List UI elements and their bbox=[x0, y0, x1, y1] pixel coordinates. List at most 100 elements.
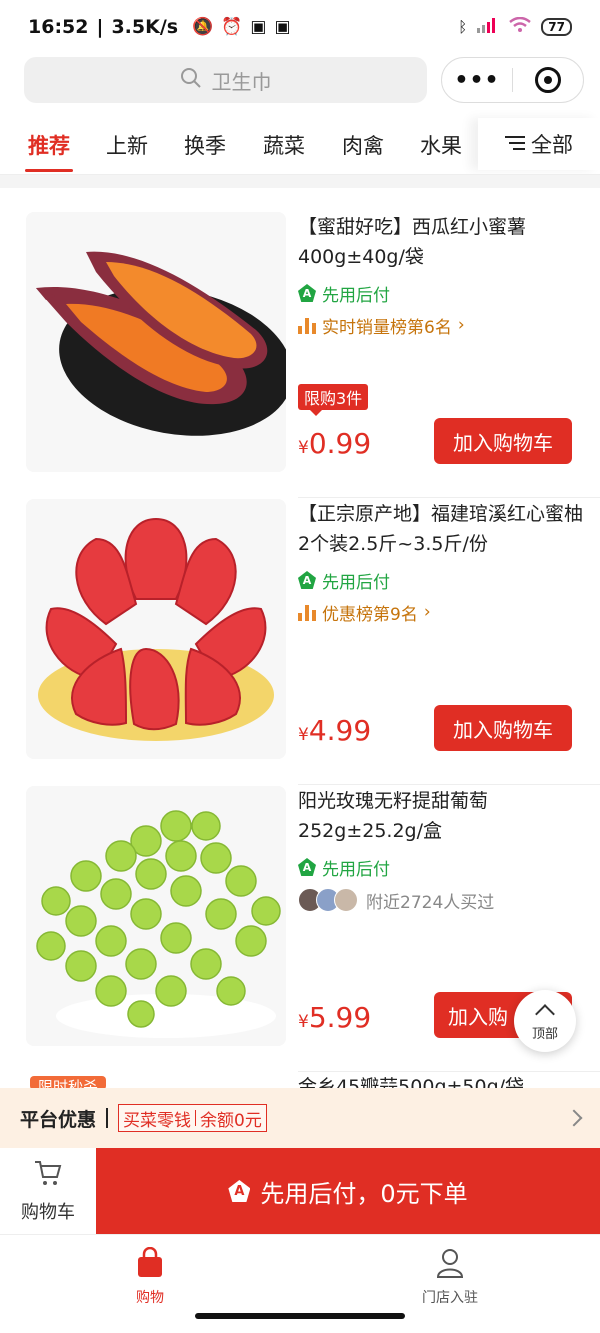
pay-later-icon: A bbox=[298, 571, 316, 589]
rank-chart-icon bbox=[298, 316, 316, 334]
price-value: 5.99 bbox=[308, 1001, 372, 1034]
promo-title: 平台优惠 bbox=[20, 1108, 97, 1131]
cart-icon bbox=[33, 1159, 63, 1192]
avatar bbox=[334, 888, 358, 912]
tab-new[interactable]: 上新 bbox=[102, 118, 152, 160]
product-info: 【蜜甜好吃】西瓜红小蜜薯400g±40g/袋 A 先用后付 实时销量榜第6名 ›… bbox=[298, 212, 588, 474]
status-speed: 3.5K/s bbox=[111, 16, 179, 38]
pay-later-icon: A bbox=[298, 284, 316, 302]
nav-label: 购物 bbox=[136, 1290, 164, 1306]
product-price: ¥4.99 bbox=[298, 714, 371, 747]
platform-discount-bar[interactable]: 平台优惠 买菜零钱 余额0元 bbox=[0, 1088, 600, 1148]
tab-all-label: 全部 bbox=[531, 133, 573, 157]
status-separator: | bbox=[96, 16, 104, 38]
rank-link[interactable]: 实时销量榜第6名 › bbox=[298, 312, 588, 338]
search-row: 卫生巾 ••• bbox=[24, 56, 584, 104]
currency-symbol: ¥ bbox=[298, 438, 309, 458]
pay-later-label: 先用后付 bbox=[322, 859, 390, 880]
product-card[interactable]: 【蜜甜好吃】西瓜红小蜜薯400g±40g/袋 A 先用后付 实时销量榜第6名 ›… bbox=[0, 212, 600, 498]
pay-later-tag: A 先用后付 bbox=[298, 280, 588, 306]
promo-separator bbox=[106, 1108, 109, 1128]
shopping-bag-icon bbox=[135, 1246, 165, 1283]
wifi-icon bbox=[509, 16, 532, 37]
rank-link[interactable]: 优惠榜第9名 › bbox=[298, 599, 588, 625]
tab-all-button[interactable]: 全部 bbox=[478, 118, 600, 170]
product-price: ¥0.99 bbox=[298, 427, 371, 460]
pay-later-order-button[interactable]: A 先用后付，0元下单 bbox=[96, 1148, 600, 1234]
product-title[interactable]: 【蜜甜好吃】西瓜红小蜜薯400g±40g/袋 bbox=[298, 212, 588, 274]
rank-label: 优惠榜第9名 bbox=[322, 604, 418, 625]
app-icon-2: ▣ bbox=[274, 17, 291, 37]
mini-program-capsule: ••• bbox=[441, 57, 584, 103]
status-notification-icons: 🔕 ⏰ ▣ ▣ bbox=[192, 17, 290, 37]
wallet-label: 买菜零钱 bbox=[123, 1110, 192, 1131]
order-button-label: 先用后付，0元下单 bbox=[260, 1179, 468, 1208]
back-to-top-label: 顶部 bbox=[531, 1026, 558, 1042]
nearby-buyers: 附近2724人买过 bbox=[298, 886, 588, 914]
add-to-cart-button[interactable]: 加入购物车 bbox=[434, 418, 572, 464]
back-to-top-button[interactable]: 顶部 bbox=[514, 990, 576, 1052]
more-dots-icon: ••• bbox=[454, 67, 500, 93]
battery-icon: 77 bbox=[541, 18, 572, 36]
rank-chart-icon bbox=[298, 603, 316, 621]
pay-later-label: 先用后付 bbox=[322, 285, 390, 306]
search-placeholder: 卫生巾 bbox=[211, 69, 272, 94]
product-price: ¥5.99 bbox=[298, 1001, 371, 1034]
currency-symbol: ¥ bbox=[298, 1012, 309, 1032]
product-image-grapes[interactable] bbox=[26, 786, 286, 1046]
mute-icon: 🔕 bbox=[192, 17, 214, 37]
price-value: 4.99 bbox=[308, 714, 372, 747]
product-title[interactable]: 【正宗原产地】福建琯溪红心蜜柚2个装2.5斤~3.5斤/份 bbox=[298, 499, 588, 561]
product-card[interactable]: 【正宗原产地】福建琯溪红心蜜柚2个装2.5斤~3.5斤/份 A 先用后付 优惠榜… bbox=[0, 499, 600, 785]
more-button[interactable]: ••• bbox=[442, 58, 512, 102]
alarm-icon: ⏰ bbox=[221, 17, 243, 37]
chevron-right-icon: › bbox=[457, 315, 465, 335]
tab-recommend[interactable]: 推荐 bbox=[24, 118, 74, 160]
tab-meat[interactable]: 肉禽 bbox=[338, 118, 388, 160]
product-title[interactable]: 阳光玫瑰无籽提甜葡萄252g±25.2g/盒 bbox=[298, 786, 588, 848]
pay-later-icon: A bbox=[228, 1180, 251, 1202]
pay-later-tag: A 先用后付 bbox=[298, 567, 588, 593]
product-info: 【正宗原产地】福建琯溪红心蜜柚2个装2.5斤~3.5斤/份 A 先用后付 优惠榜… bbox=[298, 499, 588, 761]
price-value: 0.99 bbox=[308, 427, 372, 460]
wallet-balance: 余额0元 bbox=[200, 1110, 262, 1131]
currency-symbol: ¥ bbox=[298, 725, 309, 745]
row-divider bbox=[298, 784, 600, 785]
pay-later-tag: A 先用后付 bbox=[298, 854, 588, 880]
product-image-pomelo[interactable] bbox=[26, 499, 286, 759]
nav-label: 门店入驻 bbox=[422, 1290, 478, 1306]
tab-vegetables[interactable]: 蔬菜 bbox=[259, 118, 309, 160]
app-icon: ▣ bbox=[250, 17, 267, 37]
bottom-nav: 购物 门店入驻 bbox=[0, 1234, 600, 1333]
search-input[interactable]: 卫生巾 bbox=[24, 57, 428, 103]
buyers-label: 附近2724人买过 bbox=[366, 892, 495, 913]
product-image-sweet-potato[interactable] bbox=[26, 212, 286, 472]
chevron-right-icon bbox=[565, 1109, 583, 1127]
wallet-tag-divider bbox=[195, 1110, 197, 1126]
rank-label: 实时销量榜第6名 bbox=[322, 317, 452, 338]
tab-season[interactable]: 换季 bbox=[180, 118, 230, 160]
purchase-limit-badge: 限购3件 bbox=[298, 384, 369, 416]
pay-later-icon: A bbox=[298, 858, 316, 876]
status-left: 16:52 | 3.5K/s 🔕 ⏰ ▣ ▣ bbox=[28, 16, 291, 38]
row-divider bbox=[298, 497, 600, 498]
product-card[interactable]: 阳光玫瑰无籽提甜葡萄252g±25.2g/盒 A 先用后付 附近2724人买过 … bbox=[0, 786, 600, 1072]
bluetooth-icon: ᛒ bbox=[458, 18, 468, 36]
menu-icon bbox=[505, 132, 525, 156]
signal-icon bbox=[477, 17, 499, 37]
add-to-cart-button[interactable]: 加入购物车 bbox=[434, 705, 572, 751]
status-bar: 16:52 | 3.5K/s 🔕 ⏰ ▣ ▣ ᛒ 77 bbox=[0, 0, 600, 54]
search-icon bbox=[180, 67, 202, 94]
target-icon bbox=[535, 67, 561, 93]
home-indicator[interactable] bbox=[195, 1313, 405, 1319]
category-tabs: 推荐 上新 换季 蔬菜 肉禽 水果 全部 bbox=[0, 118, 600, 174]
tab-fruit[interactable]: 水果 bbox=[416, 118, 466, 160]
close-mini-program-button[interactable] bbox=[513, 58, 583, 102]
cart-button[interactable]: 购物车 bbox=[0, 1148, 96, 1234]
wallet-balance-tag: 买菜零钱 余额0元 bbox=[118, 1104, 267, 1132]
chevron-up-icon bbox=[535, 1003, 555, 1024]
tabs-divider bbox=[0, 174, 600, 188]
person-icon bbox=[435, 1247, 465, 1283]
chevron-right-icon: › bbox=[423, 602, 431, 622]
status-right: ᛒ 77 bbox=[458, 16, 572, 37]
